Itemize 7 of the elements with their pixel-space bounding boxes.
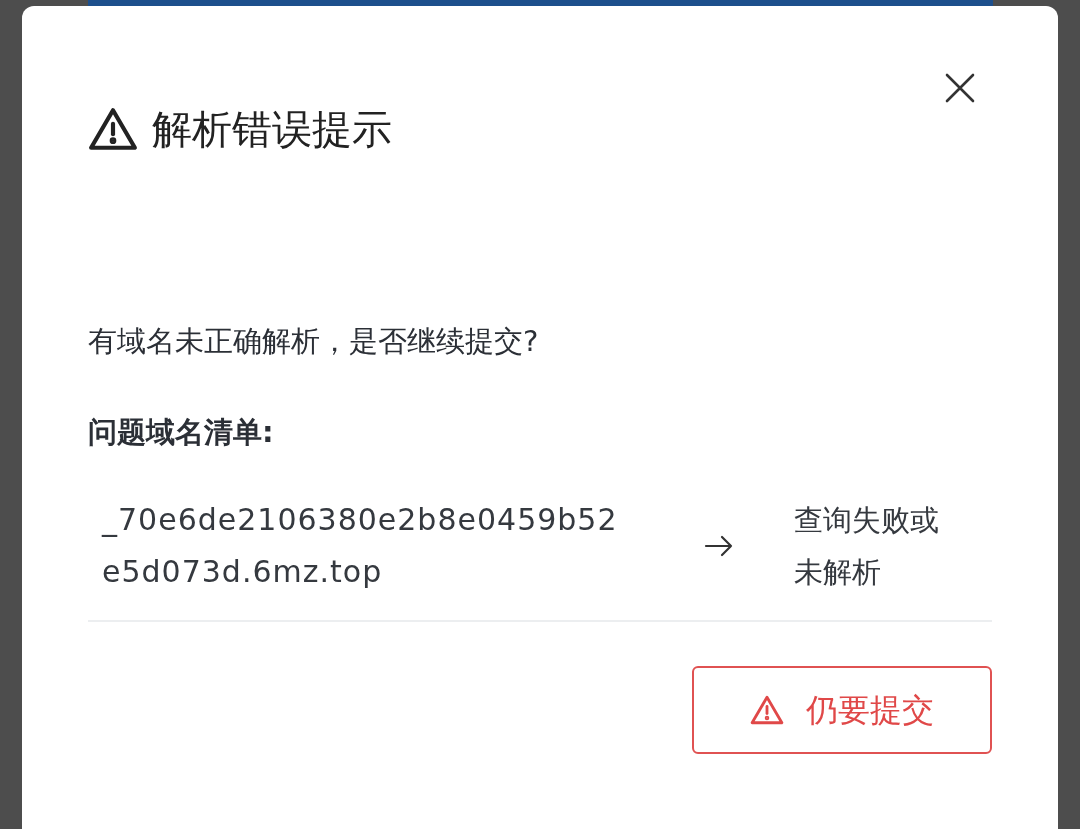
status-text: 查询失败或未解析	[794, 502, 940, 592]
submit-anyway-button[interactable]: 仍要提交	[692, 666, 992, 755]
message-text: 有域名未正确解析，是否继续提交?	[88, 324, 540, 359]
dialog-title: 解析错误提示	[152, 105, 392, 153]
arrow-icon	[704, 534, 734, 559]
domain-name: _70e6de2106380e2b8e0459b52e5d073d.6mz.top	[102, 501, 619, 592]
list-heading: 问题域名清单:	[88, 413, 275, 451]
